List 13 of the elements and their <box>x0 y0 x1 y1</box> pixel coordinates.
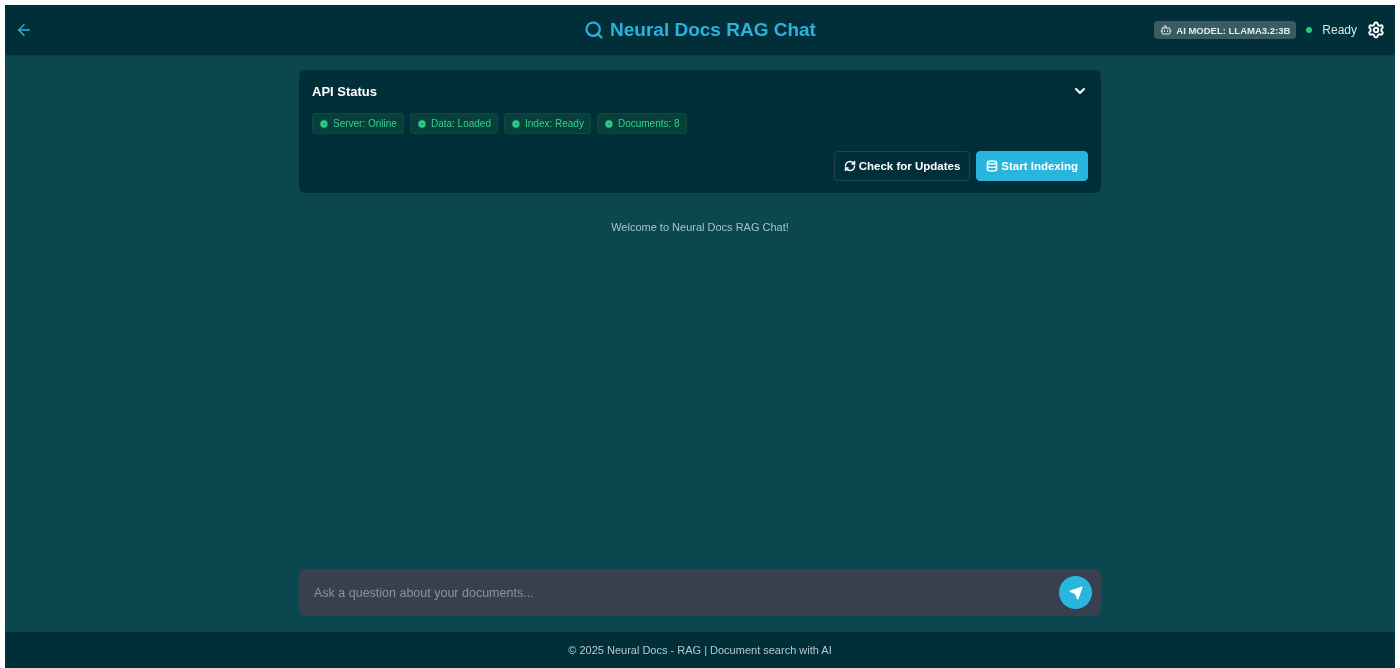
status-badge: Documents: 8 <box>596 113 687 134</box>
welcome-message: Welcome to Neural Docs RAG Chat! <box>611 221 789 233</box>
status-badge: Server: Online <box>312 113 404 134</box>
question-field[interactable]: Ask a question about your documents... <box>312 584 1059 601</box>
model-badge: AI MODEL: LLAMA3.2:3B <box>1154 21 1297 39</box>
check-updates-button[interactable]: Check for Updates <box>833 151 971 181</box>
app-title: Neural Docs RAG Chat <box>610 19 816 41</box>
card-title: API Status <box>312 83 377 99</box>
status-label: Ready <box>1322 23 1357 37</box>
chat-input-bar[interactable]: Ask a question about your documents... <box>299 569 1101 616</box>
footer-text: © 2025 Neural Docs - RAG | Document search with AI <box>568 644 832 656</box>
status-badge: Data: Loaded <box>409 113 498 134</box>
status-badge: Index: Ready <box>504 113 591 134</box>
